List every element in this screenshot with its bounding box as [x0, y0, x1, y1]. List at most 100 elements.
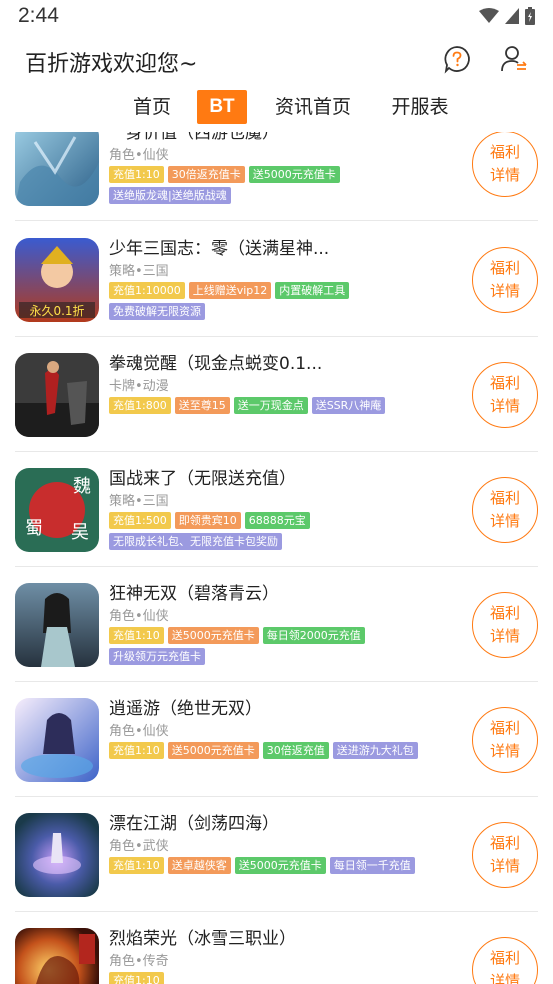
app-title: 百折游戏欢迎您~ — [25, 52, 198, 77]
game-list: 一身价值（西游也魔） 角色•仙侠 充值1:10 30倍返充值卡 送5000元充值… — [0, 132, 553, 984]
tab-home[interactable]: 首页 — [127, 90, 177, 124]
welfare-details-button[interactable]: 福利 详情 — [472, 707, 538, 773]
game-category: 角色•传奇 — [109, 954, 169, 969]
list-item[interactable]: 一身价值（西游也魔） 角色•仙侠 充值1:10 30倍返充值卡 送5000元充值… — [0, 132, 553, 221]
game-category: 角色•仙侠 — [109, 609, 169, 624]
tag: 充值1:10 — [109, 166, 164, 183]
tag: 68888元宝 — [244, 512, 310, 529]
welfare-details-button[interactable]: 福利 详情 — [472, 132, 538, 197]
tag-row: 充值1:10 — [109, 972, 164, 984]
tag: 内置破解工具 — [275, 282, 350, 299]
details-label: 详情 — [489, 282, 520, 300]
tab-news[interactable]: 资讯首页 — [270, 90, 356, 124]
tag: 充值1:10 — [109, 857, 164, 874]
tag: 送至尊15 — [174, 397, 230, 414]
game-name: 漂在江湖（剑荡四海） — [109, 814, 279, 834]
list-item[interactable]: 逍遥游（绝世无双） 角色•仙侠 充值1:10 送5000元充值卡 30倍返充值 … — [0, 682, 553, 797]
tag: 送绝版龙魂|送绝版战魂 — [109, 187, 231, 204]
welfare-details-button[interactable]: 福利 详情 — [472, 822, 538, 888]
game-icon — [15, 583, 99, 667]
user-icon[interactable] — [499, 44, 529, 74]
welfare-details-button[interactable]: 福利 详情 — [472, 362, 538, 428]
svg-text:魏: 魏 — [73, 476, 91, 497]
list-item[interactable]: 漂在江湖（剑荡四海） 角色•武侠 充值1:10 送卓越侠客 送5000元充值卡 … — [0, 797, 553, 912]
tag: 送卓越侠客 — [167, 857, 231, 874]
tag-row: 无限成长礼包、无限充值卡包奖励 — [109, 533, 282, 550]
welfare-label: 福利 — [489, 949, 520, 967]
list-item[interactable]: 拳魂觉醒（现金点蜕变0.1... 卡牌•动漫 充值1:800 送至尊15 送一万… — [0, 337, 553, 452]
details-label: 详情 — [489, 397, 520, 415]
game-category: 卡牌•动漫 — [109, 379, 169, 394]
game-category: 角色•武侠 — [109, 839, 169, 854]
welfare-label: 福利 — [489, 143, 520, 161]
welfare-details-button[interactable]: 福利 详情 — [472, 477, 538, 543]
game-icon — [15, 132, 99, 206]
game-category: 角色•仙侠 — [109, 724, 169, 739]
tag: 充值1:10 — [109, 627, 164, 644]
tab-bt[interactable]: BT — [197, 90, 247, 124]
tag: 免费破解无限资源 — [109, 303, 205, 320]
tag: 即领贵宾10 — [174, 512, 241, 529]
tag: 充值1:10 — [109, 742, 164, 759]
status-bar: 2:44 — [0, 0, 553, 34]
tag: 30倍返充值 — [262, 742, 329, 759]
tag-row: 充值1:10 送5000元充值卡 30倍返充值 送进游九大礼包 — [109, 742, 418, 759]
tag-row: 充值1:10 送卓越侠客 送5000元充值卡 每日领一千充值 — [109, 857, 415, 874]
svg-text:蜀: 蜀 — [25, 518, 43, 539]
game-icon: 永久0.1折 — [15, 238, 99, 322]
tag: 送SSR八神庵 — [311, 397, 386, 414]
game-name: 一身价值（西游也魔） — [109, 132, 279, 143]
game-category: 策略•三国 — [109, 264, 169, 279]
tag: 充值1:500 — [109, 512, 171, 529]
details-label: 详情 — [489, 166, 520, 184]
welfare-details-button[interactable]: 福利 详情 — [472, 247, 538, 313]
tab-server-list[interactable]: 开服表 — [386, 90, 454, 124]
tag: 充值1:800 — [109, 397, 171, 414]
nav-tabs: 首页 BT 资讯首页 开服表 — [0, 86, 553, 130]
game-icon — [15, 353, 99, 437]
tag: 送进游九大礼包 — [332, 742, 418, 759]
tag-row: 充值1:10000 上线赠送vip12 内置破解工具 — [109, 282, 350, 299]
details-label: 详情 — [489, 512, 520, 530]
game-category: 角色•仙侠 — [109, 148, 169, 163]
signal-icon — [505, 8, 519, 24]
welfare-label: 福利 — [489, 259, 520, 277]
app-header: 百折游戏欢迎您~ — [0, 34, 553, 86]
battery-icon — [525, 7, 535, 25]
list-item[interactable]: 烈焰荣光（冰雪三职业） 角色•传奇 充值1:10 福利 详情 — [0, 912, 553, 984]
welfare-details-button[interactable]: 福利 详情 — [472, 592, 538, 658]
welfare-details-button[interactable]: 福利 详情 — [472, 937, 538, 984]
list-item[interactable]: 永久0.1折 少年三国志：零（送满星神... 策略•三国 充值1:10000 上… — [0, 222, 553, 337]
tag: 充值1:10000 — [109, 282, 185, 299]
game-name: 拳魂觉醒（现金点蜕变0.1... — [109, 354, 323, 374]
tag-row: 升级领万元充值卡 — [109, 648, 205, 665]
tag: 上线赠送vip12 — [188, 282, 272, 299]
welfare-label: 福利 — [489, 489, 520, 507]
game-icon — [15, 698, 99, 782]
welfare-label: 福利 — [489, 719, 520, 737]
svg-text:永久0.1折: 永久0.1折 — [29, 303, 84, 318]
game-icon: 魏 蜀 吴 — [15, 468, 99, 552]
tag: 升级领万元充值卡 — [109, 648, 205, 665]
tag-row: 充值1:800 送至尊15 送一万现金点 送SSR八神庵 — [109, 397, 386, 414]
help-icon[interactable] — [442, 44, 472, 74]
list-item[interactable]: 魏 蜀 吴 国战来了（无限送充值） 策略•三国 充值1:500 即领贵宾10 6… — [0, 452, 553, 567]
game-name: 逍遥游（绝世无双） — [109, 699, 262, 719]
tag-row: 免费破解无限资源 — [109, 303, 205, 320]
svg-text:吴: 吴 — [71, 522, 89, 543]
game-name: 少年三国志：零（送满星神... — [109, 239, 330, 259]
game-name: 狂神无双（碧落青云） — [109, 584, 279, 604]
list-item[interactable]: 狂神无双（碧落青云） 角色•仙侠 充值1:10 送5000元充值卡 每日领200… — [0, 567, 553, 682]
details-label: 详情 — [489, 972, 520, 984]
tag: 送5000元充值卡 — [167, 742, 259, 759]
tag: 无限成长礼包、无限充值卡包奖励 — [109, 533, 282, 550]
tag: 送一万现金点 — [233, 397, 308, 414]
tag: 充值1:10 — [109, 972, 164, 984]
tag: 送5000元充值卡 — [167, 627, 259, 644]
welfare-label: 福利 — [489, 834, 520, 852]
tag-row: 充值1:10 送5000元充值卡 每日领2000元充值 — [109, 627, 365, 644]
status-time: 2:44 — [18, 4, 59, 27]
details-label: 详情 — [489, 857, 520, 875]
wifi-icon — [479, 8, 499, 23]
tag: 每日领2000元充值 — [262, 627, 365, 644]
